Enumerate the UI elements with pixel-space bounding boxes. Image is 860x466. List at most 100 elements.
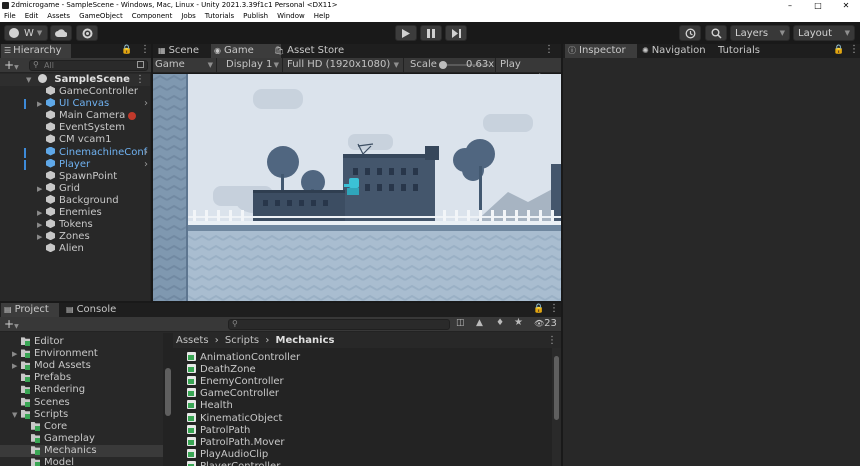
scene-row[interactable]: ▼ SampleScene ⋮ (0, 74, 151, 86)
game-view-mode-dropdown[interactable]: Game ▼ (153, 58, 217, 72)
script-file-item[interactable]: PatrolPath (187, 424, 547, 437)
folder-item[interactable]: Rendering (0, 384, 163, 396)
lock-icon[interactable]: 🔒 (833, 45, 844, 55)
folder-item[interactable]: ▶ Mod Assets (0, 360, 163, 372)
tab-inspector[interactable]: ⓘ Inspector (565, 44, 637, 58)
resolution-dropdown[interactable]: Full HD (1920x1080) ▼ (284, 58, 404, 72)
hierarchy-item[interactable]: ▶ Zones (0, 231, 150, 243)
tab-hierarchy[interactable]: ☰ Hierarchy (1, 44, 71, 58)
filter-by-type-icon[interactable]: ▲ (476, 318, 483, 328)
cloud-button[interactable] (50, 25, 72, 41)
kebab-menu-icon[interactable]: ⋮ (547, 333, 557, 348)
expand-arrow-icon[interactable]: ▶ (37, 219, 46, 231)
menu-edit[interactable]: Edit (25, 11, 39, 22)
hierarchy-item[interactable]: ▶ Enemies (0, 207, 150, 219)
tab-scene[interactable]: ▦ Scene (155, 44, 209, 58)
hierarchy-item[interactable]: ▶ Tokens (0, 219, 150, 231)
add-button[interactable]: +▼ (4, 317, 19, 334)
kebab-menu-icon[interactable]: ⋮ (135, 74, 145, 86)
script-file-item[interactable]: EnemyController (187, 376, 547, 388)
hierarchy-item[interactable]: CM vcam1 (0, 134, 150, 146)
favorites-star-icon[interactable]: ★ (514, 317, 523, 328)
folder-tree-scrollbar[interactable] (163, 333, 173, 466)
collab-button[interactable] (76, 25, 98, 41)
layout-dropdown[interactable]: Layout ▼ (793, 25, 855, 41)
folder-tree-scroll-thumb[interactable] (165, 368, 171, 416)
search-button[interactable] (705, 25, 727, 41)
filter-by-label-icon[interactable]: ♦ (496, 318, 504, 328)
script-file-item[interactable]: PlayerController (187, 460, 547, 466)
pause-button[interactable] (420, 25, 442, 41)
display-dropdown[interactable]: Display 1 ▼ (223, 58, 283, 72)
hidden-packages-toggle[interactable]: 👁23 (534, 317, 557, 331)
menu-help[interactable]: Help (314, 11, 330, 22)
tab-console[interactable]: ▤ Console (63, 303, 123, 317)
tab-project[interactable]: ▤ Project (1, 303, 59, 317)
folder-item[interactable]: Model (0, 457, 163, 466)
menu-file[interactable]: File (4, 11, 16, 22)
hierarchy-item[interactable]: Alien (0, 243, 150, 255)
close-button[interactable]: ✕ (832, 0, 860, 11)
play-button[interactable] (395, 25, 417, 41)
folder-item[interactable]: Editor (0, 336, 163, 348)
search-by-type-icon[interactable]: ◫ (456, 318, 465, 328)
folder-item[interactable]: ▶ Environment (0, 348, 163, 360)
breadcrumb-scripts[interactable]: Scripts (225, 335, 259, 346)
kebab-menu-icon[interactable]: ⋮ (849, 44, 859, 55)
menu-window[interactable]: Window (277, 11, 305, 22)
minimize-button[interactable]: – (776, 0, 804, 11)
menu-gameobject[interactable]: GameObject (79, 11, 123, 22)
lock-icon[interactable]: 🔒 (121, 45, 132, 55)
expand-arrow-icon[interactable]: ▶ (37, 98, 46, 110)
script-file-item[interactable]: Health (187, 400, 547, 412)
script-file-item[interactable]: AnimationController (187, 352, 547, 364)
script-file-item[interactable]: DeathZone (187, 364, 547, 376)
chevron-right-icon[interactable]: › (144, 159, 148, 171)
project-search-field[interactable]: ⚲ (228, 319, 450, 330)
menu-publish[interactable]: Publish (243, 11, 268, 22)
folder-item[interactable]: Prefabs (0, 372, 163, 384)
script-file-item[interactable]: GameController (187, 388, 547, 400)
hierarchy-item[interactable]: CinemachineConf › (0, 146, 150, 159)
kebab-menu-icon[interactable]: ⋮ (140, 44, 150, 55)
scale-slider-thumb[interactable] (439, 61, 447, 69)
folder-item[interactable]: ▼ Scripts (0, 409, 163, 421)
expand-arrow-icon[interactable]: ▶ (12, 348, 21, 360)
hierarchy-item[interactable]: ▶ UI Canvas › (0, 98, 150, 110)
step-button[interactable] (445, 25, 467, 41)
hierarchy-item[interactable]: SpawnPoint (0, 170, 150, 183)
game-viewport[interactable] (153, 74, 561, 301)
tab-navigation[interactable]: ✺ Navigation (639, 44, 719, 58)
layers-dropdown[interactable]: Layers ▼ (730, 25, 790, 41)
folder-item[interactable]: Core (0, 421, 163, 433)
add-button[interactable]: +▼ (4, 58, 19, 75)
menu-tutorials[interactable]: Tutorials (205, 11, 234, 22)
account-button[interactable]: W ▼ (4, 25, 48, 41)
expand-arrow-icon[interactable]: ▼ (12, 409, 21, 421)
script-file-item[interactable]: PatrolPath.Mover (187, 436, 547, 449)
hierarchy-scrollbar[interactable] (150, 73, 151, 301)
menu-assets[interactable]: Assets (47, 11, 70, 22)
tab-asset-store[interactable]: 🛍 Asset Store (271, 44, 351, 58)
search-filter-icon[interactable] (137, 61, 144, 68)
lock-icon[interactable]: 🔒 (533, 304, 544, 314)
hierarchy-item[interactable]: ▶ Grid (0, 182, 150, 195)
file-list-scroll-thumb[interactable] (554, 356, 559, 420)
script-file-item[interactable]: PlayAudioClip (187, 448, 547, 461)
hierarchy-item[interactable]: Player › (0, 158, 150, 171)
kebab-menu-icon[interactable]: ⋮ (544, 44, 554, 55)
hierarchy-item[interactable]: GameController (0, 86, 150, 98)
hierarchy-search-input[interactable] (44, 61, 134, 70)
hierarchy-search-field[interactable]: ⚲ (29, 60, 148, 71)
hierarchy-item[interactable]: EventSystem (0, 122, 150, 134)
kebab-menu-icon[interactable]: ⋮ (549, 303, 559, 314)
hierarchy-item[interactable]: Main Camera (0, 110, 150, 122)
expand-arrow-icon[interactable]: ▶ (12, 360, 21, 372)
file-list-scrollbar[interactable] (552, 348, 561, 466)
history-button[interactable] (679, 25, 701, 41)
script-file-item[interactable]: KinematicObject (187, 412, 547, 425)
folder-item[interactable]: Mechanics (0, 444, 163, 457)
menu-component[interactable]: Component (132, 11, 173, 22)
menu-jobs[interactable]: Jobs (181, 11, 195, 22)
tab-tutorials[interactable]: Tutorials (715, 44, 775, 58)
